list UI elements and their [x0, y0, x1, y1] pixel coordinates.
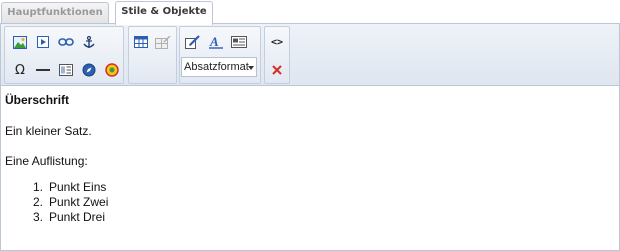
- remove-format-icon[interactable]: [268, 61, 286, 79]
- content-heading: Überschrift: [5, 93, 70, 107]
- ordered-list: 1. Punkt Eins 2. Punkt Zwei 3. Punkt Drei: [27, 180, 108, 225]
- table-icon[interactable]: [132, 33, 150, 51]
- omega-icon[interactable]: Ω: [11, 61, 29, 79]
- list-item: 3. Punkt Drei: [32, 210, 106, 224]
- cell-props-icon[interactable]: [154, 33, 172, 51]
- editor-content[interactable]: Überschrift Ein kleiner Satz. Eine Aufli…: [0, 86, 620, 251]
- font-format-icon[interactable]: A: [207, 33, 225, 51]
- style-edit-icon[interactable]: [184, 33, 202, 51]
- content-sentence: Ein kleiner Satz.: [5, 124, 92, 138]
- tab-hauptfunktionen[interactable]: Hauptfunktionen: [1, 2, 109, 23]
- image-icon[interactable]: [11, 33, 29, 51]
- toolbar: Ω A <>: [0, 23, 620, 86]
- paragraph-box-icon[interactable]: [230, 33, 248, 51]
- toolbar-group-view: <>: [264, 26, 290, 84]
- anchor-icon[interactable]: [80, 33, 98, 51]
- tab-stile-objekte[interactable]: Stile & Objekte: [115, 1, 213, 25]
- toolbar-group-table: [128, 26, 177, 84]
- code-view-icon[interactable]: <>: [268, 33, 286, 51]
- list-item: 2. Punkt Zwei: [32, 195, 109, 209]
- list-item: 1. Punkt Eins: [32, 180, 107, 194]
- chevron-down-icon: [248, 66, 254, 70]
- content-list-intro: Eine Auflistung:: [5, 154, 88, 168]
- paragraph-format-value: Absatzformat: [184, 61, 249, 73]
- link-icon[interactable]: [57, 33, 75, 51]
- navigator-icon[interactable]: [80, 61, 98, 79]
- template-icon[interactable]: [57, 61, 75, 79]
- horizontal-rule-icon[interactable]: [34, 61, 52, 79]
- media-icon[interactable]: [34, 33, 52, 51]
- toolbar-group-objects: Ω: [4, 26, 124, 84]
- svg-text:A: A: [209, 35, 219, 49]
- flash-icon[interactable]: [103, 61, 121, 79]
- tab-bar: Hauptfunktionen Stile & Objekte: [0, 0, 620, 25]
- paragraph-format-select[interactable]: Absatzformat: [181, 57, 257, 77]
